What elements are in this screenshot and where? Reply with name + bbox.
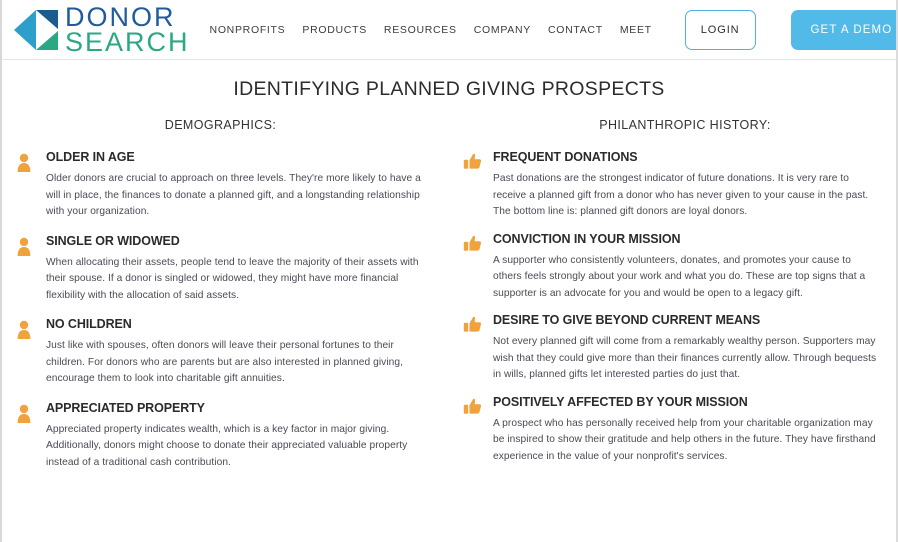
person-icon xyxy=(16,401,46,472)
list-item-title: NO CHILDREN xyxy=(46,317,132,332)
list-item: CONVICTION IN YOUR MISSION A supporter w… xyxy=(461,232,884,303)
site-logo[interactable]: DONOR SEARCH xyxy=(10,1,190,57)
donorsearch-triangles-logo xyxy=(10,6,62,54)
list-item-body: SINGLE OR WIDOWED When allocating their … xyxy=(46,234,437,305)
list-item-description: When allocating their assets, people ten… xyxy=(46,256,419,301)
page-root: DONOR SEARCH NONPROFITS PRODUCTS RESOURC… xyxy=(0,0,898,542)
list-item-title: SINGLE OR WIDOWED xyxy=(46,233,180,248)
list-item: NO CHILDREN Just like with spouses, ofte… xyxy=(14,317,437,388)
site-header: DONOR SEARCH NONPROFITS PRODUCTS RESOURC… xyxy=(2,0,896,60)
thumbs-up-icon xyxy=(463,313,493,384)
person-icon xyxy=(16,317,46,388)
page-title: IDENTIFYING PLANNED GIVING PROSPECTS xyxy=(233,78,665,100)
list-item-title: CONVICTION IN YOUR MISSION xyxy=(493,231,681,246)
list-item-body: CONVICTION IN YOUR MISSION A supporter w… xyxy=(493,232,884,303)
logo-wordmark: DONOR SEARCH xyxy=(65,1,190,57)
list-item-title: DESIRE TO GIVE BEYOND CURRENT MEANS xyxy=(493,313,761,328)
list-item-body: APPRECIATED PROPERTY Appreciated propert… xyxy=(46,401,437,472)
nav-item-company[interactable]: COMPANY xyxy=(474,24,531,36)
person-icon xyxy=(16,234,46,305)
logo-text-donor: DONOR xyxy=(65,1,176,32)
list-item-title: APPRECIATED PROPERTY xyxy=(46,400,205,415)
list-item-description: A prospect who has personally received h… xyxy=(493,417,876,462)
list-item-description: Appreciated property indicates wealth, w… xyxy=(46,423,408,468)
list-item: SINGLE OR WIDOWED When allocating their … xyxy=(14,234,437,305)
list-item-title: FREQUENT DONATIONS xyxy=(493,150,638,164)
nav-item-meet[interactable]: MEET xyxy=(620,24,652,36)
person-icon xyxy=(16,150,46,221)
nav-item-contact[interactable]: CONTACT xyxy=(548,24,603,36)
list-item: FREQUENT DONATIONS Past donations are th… xyxy=(461,150,884,221)
list-item-description: Not every planned gift will come from a … xyxy=(493,336,877,381)
two-column-layout: DEMOGRAPHICS: OLDER IN AGE Older donors … xyxy=(2,118,896,484)
login-button[interactable]: LOGIN xyxy=(684,9,756,50)
list-item-body: OLDER IN AGE Older donors are crucial to… xyxy=(46,150,437,221)
thumbs-up-icon xyxy=(463,395,493,466)
list-item-description: Just like with spouses, often donors wil… xyxy=(46,340,403,385)
list-item-body: FREQUENT DONATIONS Past donations are th… xyxy=(493,150,884,221)
list-item-body: POSITIVELY AFFECTED BY YOUR MISSION A pr… xyxy=(493,395,884,466)
thumbs-up-icon xyxy=(463,232,493,303)
thumbs-up-icon xyxy=(463,150,493,221)
list-item-title: OLDER IN AGE xyxy=(46,150,135,164)
philanthropic-history-heading: PHILANTHROPIC HISTORY: xyxy=(599,118,771,132)
demographics-heading: DEMOGRAPHICS: xyxy=(164,118,277,132)
nav-item-products[interactable]: PRODUCTS xyxy=(302,24,367,36)
list-item-description: A supporter who consistently volunteers,… xyxy=(493,254,866,299)
list-item: DESIRE TO GIVE BEYOND CURRENT MEANS Not … xyxy=(461,313,884,384)
list-item-description: Past donations are the strongest indicat… xyxy=(493,173,869,218)
list-item: OLDER IN AGE Older donors are crucial to… xyxy=(14,150,437,221)
list-item: APPRECIATED PROPERTY Appreciated propert… xyxy=(14,401,437,472)
logo-text-search: SEARCH xyxy=(65,26,190,57)
list-item-title: POSITIVELY AFFECTED BY YOUR MISSION xyxy=(493,394,748,409)
main-content: IDENTIFYING PLANNED GIVING PROSPECTS DEM… xyxy=(2,78,896,484)
list-item-description: Older donors are crucial to approach on … xyxy=(46,173,421,218)
philanthropic-history-column: PHILANTHROPIC HISTORY: FREQUENT DONATION… xyxy=(449,118,896,484)
get-a-demo-button[interactable]: GET A DEMO xyxy=(790,9,896,50)
nav-item-nonprofits[interactable]: NONPROFITS xyxy=(210,24,286,36)
demographics-column: DEMOGRAPHICS: OLDER IN AGE Older donors … xyxy=(2,118,449,484)
nav-item-resources[interactable]: RESOURCES xyxy=(384,24,457,36)
list-item-body: NO CHILDREN Just like with spouses, ofte… xyxy=(46,317,437,388)
list-item: POSITIVELY AFFECTED BY YOUR MISSION A pr… xyxy=(461,395,884,466)
list-item-body: DESIRE TO GIVE BEYOND CURRENT MEANS Not … xyxy=(493,313,884,384)
main-navigation: NONPROFITS PRODUCTS RESOURCES COMPANY CO… xyxy=(210,9,896,50)
